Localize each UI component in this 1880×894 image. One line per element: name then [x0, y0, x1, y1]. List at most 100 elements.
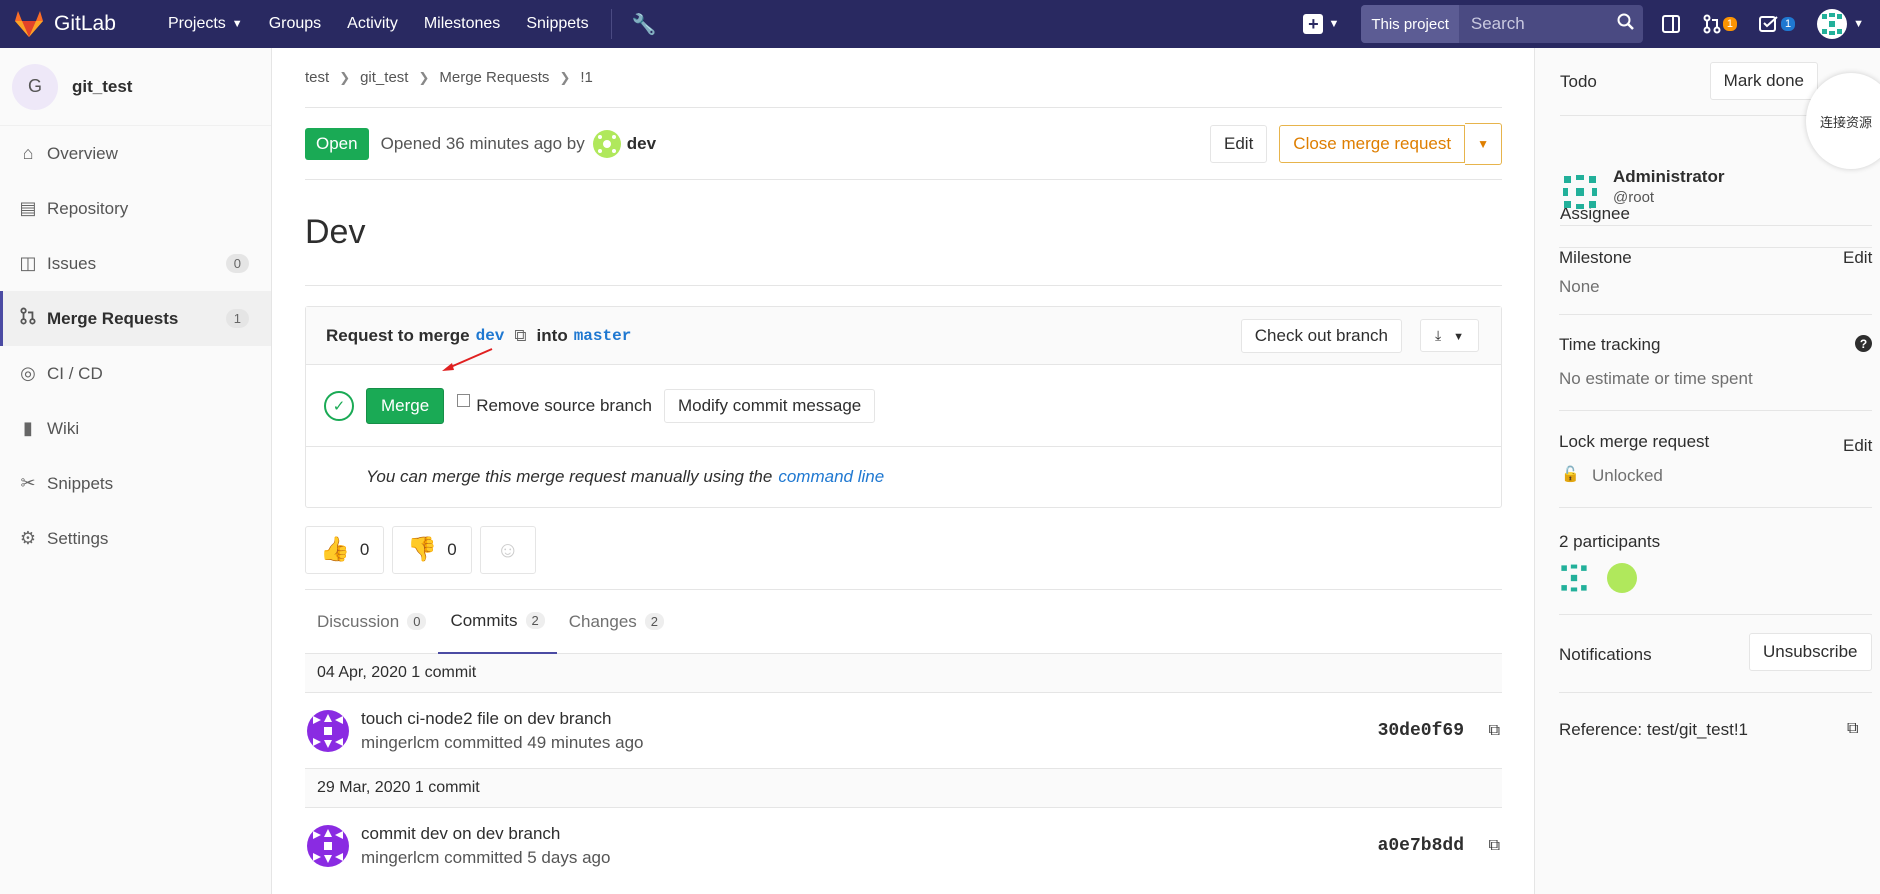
gear-icon: ⚙	[19, 528, 37, 548]
new-dropdown-button[interactable]: + ▼	[1303, 14, 1339, 34]
sidebar-item-wiki[interactable]: ▮ Wiki	[0, 401, 271, 456]
main-content: test ❯ git_test ❯ Merge Requests ❯ !1 Op…	[305, 48, 1502, 884]
sidebar-item-merge-requests[interactable]: Merge Requests 1	[0, 291, 271, 346]
author-avatar[interactable]	[592, 129, 621, 158]
search-scope[interactable]: This project	[1361, 5, 1459, 43]
sidebar-item-repository[interactable]: ▤ Repository	[0, 181, 271, 236]
sidebar-item-settings[interactable]: ⚙ Settings	[0, 511, 271, 566]
participant-avatar[interactable]	[1559, 563, 1589, 593]
search-box: This project	[1361, 5, 1643, 43]
todos-nav-button[interactable]: 1	[1758, 15, 1796, 33]
nav-projects-label: Projects	[168, 15, 226, 32]
assignee-avatar[interactable]	[1560, 172, 1600, 212]
tab-count-badge: 0	[407, 613, 427, 630]
todo-label: Todo	[1560, 72, 1597, 91]
command-line-link[interactable]: command line	[778, 467, 884, 487]
commit-row: touch ci-node2 file on dev branch minger…	[305, 693, 1502, 769]
sidebar-item-label: Repository	[47, 198, 129, 218]
commit-sha[interactable]: 30de0f69	[1378, 721, 1464, 741]
copy-sha-icon[interactable]: ⧉	[1489, 837, 1500, 855]
search-icon[interactable]	[1609, 13, 1643, 36]
unsubscribe-button[interactable]: Unsubscribe	[1749, 633, 1872, 671]
smiley-icon: ☺	[496, 536, 519, 562]
nav-milestones[interactable]: Milestones	[424, 15, 500, 33]
gitlab-logo[interactable]: GitLab	[14, 10, 134, 38]
commit-meta: mingerlcm committed 5 days ago	[361, 848, 611, 867]
sidebar-item-label: CI / CD	[47, 363, 103, 383]
mr-detail-header: Open Opened 36 minutes ago by dev Edit C…	[305, 108, 1502, 180]
mr-count-badge: 1	[1722, 17, 1737, 31]
commit-sha[interactable]: a0e7b8dd	[1378, 836, 1464, 856]
thumbs-down-button[interactable]: 👎 0	[392, 525, 472, 574]
status-success-icon: ✓	[324, 390, 354, 421]
remove-source-branch-label[interactable]: Remove source branch	[476, 396, 652, 416]
breadcrumb-project[interactable]: git_test	[360, 69, 408, 86]
nav-groups[interactable]: Groups	[269, 15, 321, 33]
sidebar-toggle-icon[interactable]	[1661, 14, 1681, 34]
committer-avatar[interactable]	[307, 709, 349, 752]
tab-commits[interactable]: Commits 2	[438, 590, 557, 654]
commit-meta: mingerlcm committed 49 minutes ago	[361, 732, 644, 752]
download-icon: ⤓	[1435, 327, 1442, 343]
issues-count-badge: 0	[225, 254, 249, 273]
thumbs-up-button[interactable]: 👍 0	[305, 525, 385, 574]
remove-source-branch-checkbox[interactable]	[457, 394, 471, 407]
copy-sha-icon[interactable]: ⧉	[1489, 722, 1500, 740]
breadcrumb-merge-requests[interactable]: Merge Requests	[439, 69, 549, 86]
nav-activity[interactable]: Activity	[347, 15, 398, 33]
participant-avatar[interactable]	[1607, 563, 1637, 593]
search-input[interactable]	[1458, 5, 1609, 43]
tab-changes[interactable]: Changes 2	[557, 590, 676, 654]
author-name[interactable]: dev	[627, 134, 656, 154]
mark-done-button[interactable]: Mark done	[1709, 62, 1818, 100]
todo-check-icon	[1758, 16, 1778, 32]
merge-requests-nav-button[interactable]: 1	[1703, 14, 1737, 34]
sidebar-item-snippets[interactable]: ✂ Snippets	[0, 456, 271, 511]
sidebar-item-issues[interactable]: ◫ Issues 0	[0, 236, 271, 291]
nav-divider	[610, 9, 612, 39]
copy-branch-icon[interactable]: ⧉	[514, 326, 526, 346]
milestone-value: None	[1559, 277, 1600, 296]
sidebar-item-ci-cd[interactable]: ◎ CI / CD	[0, 346, 271, 401]
sidebar-item-overview[interactable]: ⌂ Overview	[0, 126, 271, 181]
assignee-username: @root	[1613, 189, 1655, 206]
sidebar-item-label: Wiki	[47, 418, 80, 438]
tab-label: Discussion	[317, 611, 400, 631]
merge-action-row: ✓ Merge Remove source branch Modify comm…	[306, 365, 1501, 447]
breadcrumb-mr-id[interactable]: !1	[580, 69, 593, 86]
commit-title[interactable]: touch ci-node2 file on dev branch	[361, 709, 644, 729]
thumbs-up-count: 0	[359, 539, 370, 559]
milestone-edit-link[interactable]: Edit	[1843, 248, 1872, 268]
todo-count-badge: 1	[1780, 17, 1796, 31]
edit-button[interactable]: Edit	[1210, 124, 1268, 163]
close-merge-request-button[interactable]: Close merge request	[1279, 124, 1466, 163]
lock-edit-link[interactable]: Edit	[1843, 436, 1872, 456]
source-branch-link[interactable]: dev	[476, 327, 505, 345]
check-out-branch-button[interactable]: Check out branch	[1240, 318, 1403, 353]
floating-connect-label: 连接资源	[1820, 114, 1873, 130]
divider	[1559, 314, 1872, 315]
nav-snippets[interactable]: Snippets	[526, 15, 588, 33]
assignee-name[interactable]: Administrator	[1613, 167, 1724, 187]
modify-commit-message-button[interactable]: Modify commit message	[663, 388, 876, 423]
into-label: into	[536, 325, 568, 345]
copy-reference-icon[interactable]: ⧉	[1847, 720, 1858, 738]
thumbs-up-icon: 👍	[320, 536, 350, 563]
help-icon[interactable]: ?	[1855, 335, 1872, 352]
merge-button[interactable]: Merge	[366, 387, 445, 424]
add-reaction-button[interactable]: ☺	[479, 525, 536, 574]
nav-projects[interactable]: Projects ▼	[168, 15, 243, 33]
wrench-icon[interactable]: 🔧	[632, 12, 657, 37]
commit-title[interactable]: commit dev on dev branch	[361, 824, 610, 844]
user-avatar[interactable]	[1817, 9, 1848, 39]
close-dropdown-toggle[interactable]: ▼	[1465, 122, 1502, 165]
issues-icon: ◫	[19, 253, 37, 273]
unlock-icon: 🔓	[1561, 466, 1580, 483]
sidebar-item-label: Merge Requests	[47, 308, 179, 328]
tab-discussion[interactable]: Discussion 0	[305, 590, 438, 654]
breadcrumb-group[interactable]: test	[305, 69, 329, 86]
project-header[interactable]: G git_test	[0, 48, 271, 126]
target-branch-link[interactable]: master	[574, 327, 632, 345]
committer-avatar[interactable]	[307, 825, 349, 867]
download-dropdown-button[interactable]: ⤓ ▼	[1420, 319, 1479, 352]
